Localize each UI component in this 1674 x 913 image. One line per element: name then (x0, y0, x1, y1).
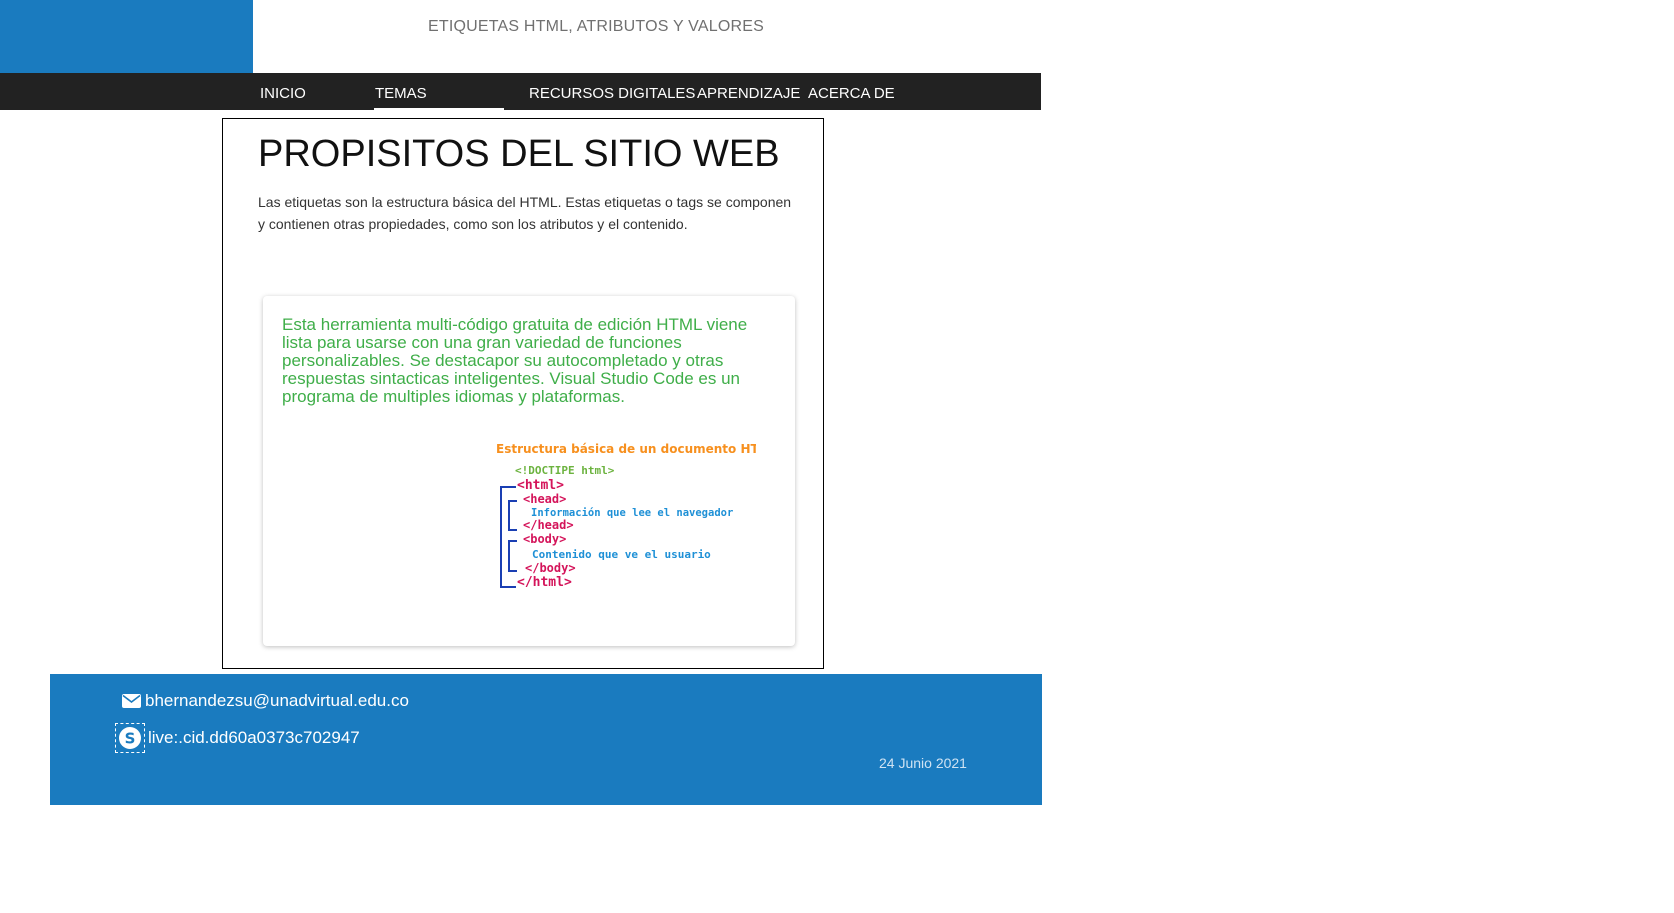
diagram-doctype: <!DOCTIPE html> (515, 464, 615, 477)
intro-paragraph: Las etiquetas son la estructura básica d… (258, 194, 792, 232)
site-subtitle: ETIQUETAS HTML, ATRIBUTOS Y VALORES (428, 18, 764, 35)
diagram-head-open: <head> (523, 492, 566, 506)
footer-email-link[interactable]: bhernandezsu@unadvirtual.edu.co (145, 691, 409, 711)
skype-icon-frame[interactable]: S (115, 723, 145, 753)
footer-skype-link[interactable]: live:.cid.dd60a0373c702947 (148, 728, 360, 748)
diagram-body-open: <body> (523, 532, 566, 546)
diagram-body-close: </body> (525, 561, 576, 575)
main-navbar: INICIO TEMAS RECURSOS DIGITALES APRENDIZ… (0, 73, 1041, 110)
page-title: PROPISITOS DEL SITIO WEB (258, 133, 780, 175)
nav-item-inicio[interactable]: INICIO (260, 85, 306, 102)
main-content: PROPISITOS DEL SITIO WEB Las etiquetas s… (222, 118, 824, 669)
card-text: Esta herramienta multi-código gratuita d… (282, 315, 748, 406)
diagram-head-bracket (508, 500, 517, 531)
logo-block (0, 0, 253, 73)
svg-text:S: S (125, 730, 136, 748)
footer-date: 24 Junio 2021 (879, 755, 967, 771)
footer-skype-row: S live:.cid.dd60a0373c702947 (115, 723, 360, 753)
nav-item-temas[interactable]: TEMAS (375, 85, 427, 102)
nav-item-recursos-digitales[interactable]: RECURSOS DIGITALES (529, 85, 695, 102)
editor-info-card: Esta herramienta multi-código gratuita d… (263, 296, 795, 646)
footer-email-row: bhernandezsu@unadvirtual.edu.co (122, 691, 409, 711)
diagram-body-content: Contenido que ve el usuario (532, 548, 711, 561)
diagram-title: Estructura básica de un documento HTML (496, 442, 756, 456)
html-structure-diagram: Estructura básica de un documento HTML <… (496, 442, 756, 590)
nav-active-indicator (374, 108, 504, 110)
nav-item-acerca-de[interactable]: ACERCA DE (808, 85, 895, 102)
nav-item-aprendizaje[interactable]: APRENDIZAJE (697, 85, 800, 102)
diagram-body-bracket (508, 540, 517, 572)
envelope-icon (122, 694, 141, 708)
skype-icon: S (119, 727, 141, 749)
diagram-html-open: <html> (517, 478, 564, 493)
diagram-html-close: </html> (517, 575, 572, 590)
diagram-head-close: </head> (523, 518, 574, 532)
footer: bhernandezsu@unadvirtual.edu.co S live:.… (50, 674, 1042, 805)
